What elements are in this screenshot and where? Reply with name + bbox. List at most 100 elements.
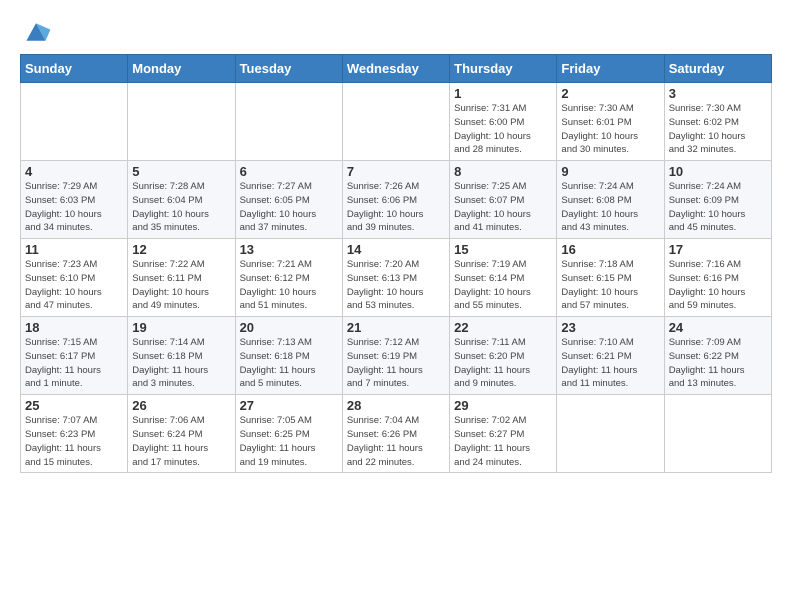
day-info: Sunrise: 7:12 AM Sunset: 6:19 PM Dayligh… (347, 336, 445, 391)
day-number: 24 (669, 320, 767, 335)
day-number: 17 (669, 242, 767, 257)
day-info: Sunrise: 7:07 AM Sunset: 6:23 PM Dayligh… (25, 414, 123, 469)
day-info: Sunrise: 7:05 AM Sunset: 6:25 PM Dayligh… (240, 414, 338, 469)
day-number: 20 (240, 320, 338, 335)
day-info: Sunrise: 7:27 AM Sunset: 6:05 PM Dayligh… (240, 180, 338, 235)
calendar-cell: 14Sunrise: 7:20 AM Sunset: 6:13 PM Dayli… (342, 239, 449, 317)
day-number: 25 (25, 398, 123, 413)
day-info: Sunrise: 7:15 AM Sunset: 6:17 PM Dayligh… (25, 336, 123, 391)
day-number: 12 (132, 242, 230, 257)
day-info: Sunrise: 7:14 AM Sunset: 6:18 PM Dayligh… (132, 336, 230, 391)
day-info: Sunrise: 7:30 AM Sunset: 6:02 PM Dayligh… (669, 102, 767, 157)
calendar-cell: 7Sunrise: 7:26 AM Sunset: 6:06 PM Daylig… (342, 161, 449, 239)
calendar-table: SundayMondayTuesdayWednesdayThursdayFrid… (20, 54, 772, 473)
day-number: 22 (454, 320, 552, 335)
day-info: Sunrise: 7:24 AM Sunset: 6:08 PM Dayligh… (561, 180, 659, 235)
calendar-cell: 18Sunrise: 7:15 AM Sunset: 6:17 PM Dayli… (21, 317, 128, 395)
day-number: 5 (132, 164, 230, 179)
day-number: 3 (669, 86, 767, 101)
day-number: 21 (347, 320, 445, 335)
calendar-cell: 21Sunrise: 7:12 AM Sunset: 6:19 PM Dayli… (342, 317, 449, 395)
calendar-cell: 8Sunrise: 7:25 AM Sunset: 6:07 PM Daylig… (450, 161, 557, 239)
day-number: 15 (454, 242, 552, 257)
day-info: Sunrise: 7:18 AM Sunset: 6:15 PM Dayligh… (561, 258, 659, 313)
day-info: Sunrise: 7:02 AM Sunset: 6:27 PM Dayligh… (454, 414, 552, 469)
day-info: Sunrise: 7:11 AM Sunset: 6:20 PM Dayligh… (454, 336, 552, 391)
col-header-saturday: Saturday (664, 55, 771, 83)
col-header-friday: Friday (557, 55, 664, 83)
calendar-cell: 13Sunrise: 7:21 AM Sunset: 6:12 PM Dayli… (235, 239, 342, 317)
col-header-thursday: Thursday (450, 55, 557, 83)
calendar-cell: 11Sunrise: 7:23 AM Sunset: 6:10 PM Dayli… (21, 239, 128, 317)
calendar-cell: 29Sunrise: 7:02 AM Sunset: 6:27 PM Dayli… (450, 395, 557, 473)
calendar-cell: 1Sunrise: 7:31 AM Sunset: 6:00 PM Daylig… (450, 83, 557, 161)
page: SundayMondayTuesdayWednesdayThursdayFrid… (0, 0, 792, 612)
calendar-cell (21, 83, 128, 161)
col-header-wednesday: Wednesday (342, 55, 449, 83)
day-number: 16 (561, 242, 659, 257)
day-info: Sunrise: 7:21 AM Sunset: 6:12 PM Dayligh… (240, 258, 338, 313)
day-info: Sunrise: 7:31 AM Sunset: 6:00 PM Dayligh… (454, 102, 552, 157)
day-info: Sunrise: 7:28 AM Sunset: 6:04 PM Dayligh… (132, 180, 230, 235)
calendar-cell: 15Sunrise: 7:19 AM Sunset: 6:14 PM Dayli… (450, 239, 557, 317)
calendar-cell: 28Sunrise: 7:04 AM Sunset: 6:26 PM Dayli… (342, 395, 449, 473)
calendar-cell (235, 83, 342, 161)
logo (20, 16, 54, 46)
calendar-week-4: 18Sunrise: 7:15 AM Sunset: 6:17 PM Dayli… (21, 317, 772, 395)
calendar-cell: 17Sunrise: 7:16 AM Sunset: 6:16 PM Dayli… (664, 239, 771, 317)
day-info: Sunrise: 7:23 AM Sunset: 6:10 PM Dayligh… (25, 258, 123, 313)
day-info: Sunrise: 7:09 AM Sunset: 6:22 PM Dayligh… (669, 336, 767, 391)
day-number: 11 (25, 242, 123, 257)
col-header-monday: Monday (128, 55, 235, 83)
day-number: 18 (25, 320, 123, 335)
day-number: 2 (561, 86, 659, 101)
day-number: 10 (669, 164, 767, 179)
calendar-cell: 24Sunrise: 7:09 AM Sunset: 6:22 PM Dayli… (664, 317, 771, 395)
calendar-cell: 25Sunrise: 7:07 AM Sunset: 6:23 PM Dayli… (21, 395, 128, 473)
day-number: 14 (347, 242, 445, 257)
day-info: Sunrise: 7:24 AM Sunset: 6:09 PM Dayligh… (669, 180, 767, 235)
calendar-cell: 10Sunrise: 7:24 AM Sunset: 6:09 PM Dayli… (664, 161, 771, 239)
day-number: 29 (454, 398, 552, 413)
calendar-cell: 9Sunrise: 7:24 AM Sunset: 6:08 PM Daylig… (557, 161, 664, 239)
day-info: Sunrise: 7:10 AM Sunset: 6:21 PM Dayligh… (561, 336, 659, 391)
calendar-cell (342, 83, 449, 161)
calendar-cell: 19Sunrise: 7:14 AM Sunset: 6:18 PM Dayli… (128, 317, 235, 395)
calendar-cell (664, 395, 771, 473)
calendar-week-5: 25Sunrise: 7:07 AM Sunset: 6:23 PM Dayli… (21, 395, 772, 473)
calendar-cell: 4Sunrise: 7:29 AM Sunset: 6:03 PM Daylig… (21, 161, 128, 239)
calendar-header-row: SundayMondayTuesdayWednesdayThursdayFrid… (21, 55, 772, 83)
day-info: Sunrise: 7:06 AM Sunset: 6:24 PM Dayligh… (132, 414, 230, 469)
calendar-week-1: 1Sunrise: 7:31 AM Sunset: 6:00 PM Daylig… (21, 83, 772, 161)
calendar-cell: 27Sunrise: 7:05 AM Sunset: 6:25 PM Dayli… (235, 395, 342, 473)
day-number: 8 (454, 164, 552, 179)
calendar-cell: 26Sunrise: 7:06 AM Sunset: 6:24 PM Dayli… (128, 395, 235, 473)
day-info: Sunrise: 7:26 AM Sunset: 6:06 PM Dayligh… (347, 180, 445, 235)
calendar-cell: 12Sunrise: 7:22 AM Sunset: 6:11 PM Dayli… (128, 239, 235, 317)
calendar-cell: 16Sunrise: 7:18 AM Sunset: 6:15 PM Dayli… (557, 239, 664, 317)
calendar-cell: 23Sunrise: 7:10 AM Sunset: 6:21 PM Dayli… (557, 317, 664, 395)
calendar-cell: 5Sunrise: 7:28 AM Sunset: 6:04 PM Daylig… (128, 161, 235, 239)
calendar-week-2: 4Sunrise: 7:29 AM Sunset: 6:03 PM Daylig… (21, 161, 772, 239)
col-header-sunday: Sunday (21, 55, 128, 83)
day-number: 9 (561, 164, 659, 179)
calendar-cell: 22Sunrise: 7:11 AM Sunset: 6:20 PM Dayli… (450, 317, 557, 395)
calendar-week-3: 11Sunrise: 7:23 AM Sunset: 6:10 PM Dayli… (21, 239, 772, 317)
calendar-cell (557, 395, 664, 473)
day-number: 27 (240, 398, 338, 413)
day-number: 19 (132, 320, 230, 335)
day-info: Sunrise: 7:04 AM Sunset: 6:26 PM Dayligh… (347, 414, 445, 469)
header (20, 16, 772, 46)
calendar-cell (128, 83, 235, 161)
calendar-cell: 6Sunrise: 7:27 AM Sunset: 6:05 PM Daylig… (235, 161, 342, 239)
day-number: 23 (561, 320, 659, 335)
day-info: Sunrise: 7:25 AM Sunset: 6:07 PM Dayligh… (454, 180, 552, 235)
day-info: Sunrise: 7:29 AM Sunset: 6:03 PM Dayligh… (25, 180, 123, 235)
day-number: 26 (132, 398, 230, 413)
day-info: Sunrise: 7:30 AM Sunset: 6:01 PM Dayligh… (561, 102, 659, 157)
day-info: Sunrise: 7:16 AM Sunset: 6:16 PM Dayligh… (669, 258, 767, 313)
day-info: Sunrise: 7:20 AM Sunset: 6:13 PM Dayligh… (347, 258, 445, 313)
day-info: Sunrise: 7:19 AM Sunset: 6:14 PM Dayligh… (454, 258, 552, 313)
day-info: Sunrise: 7:13 AM Sunset: 6:18 PM Dayligh… (240, 336, 338, 391)
day-number: 6 (240, 164, 338, 179)
